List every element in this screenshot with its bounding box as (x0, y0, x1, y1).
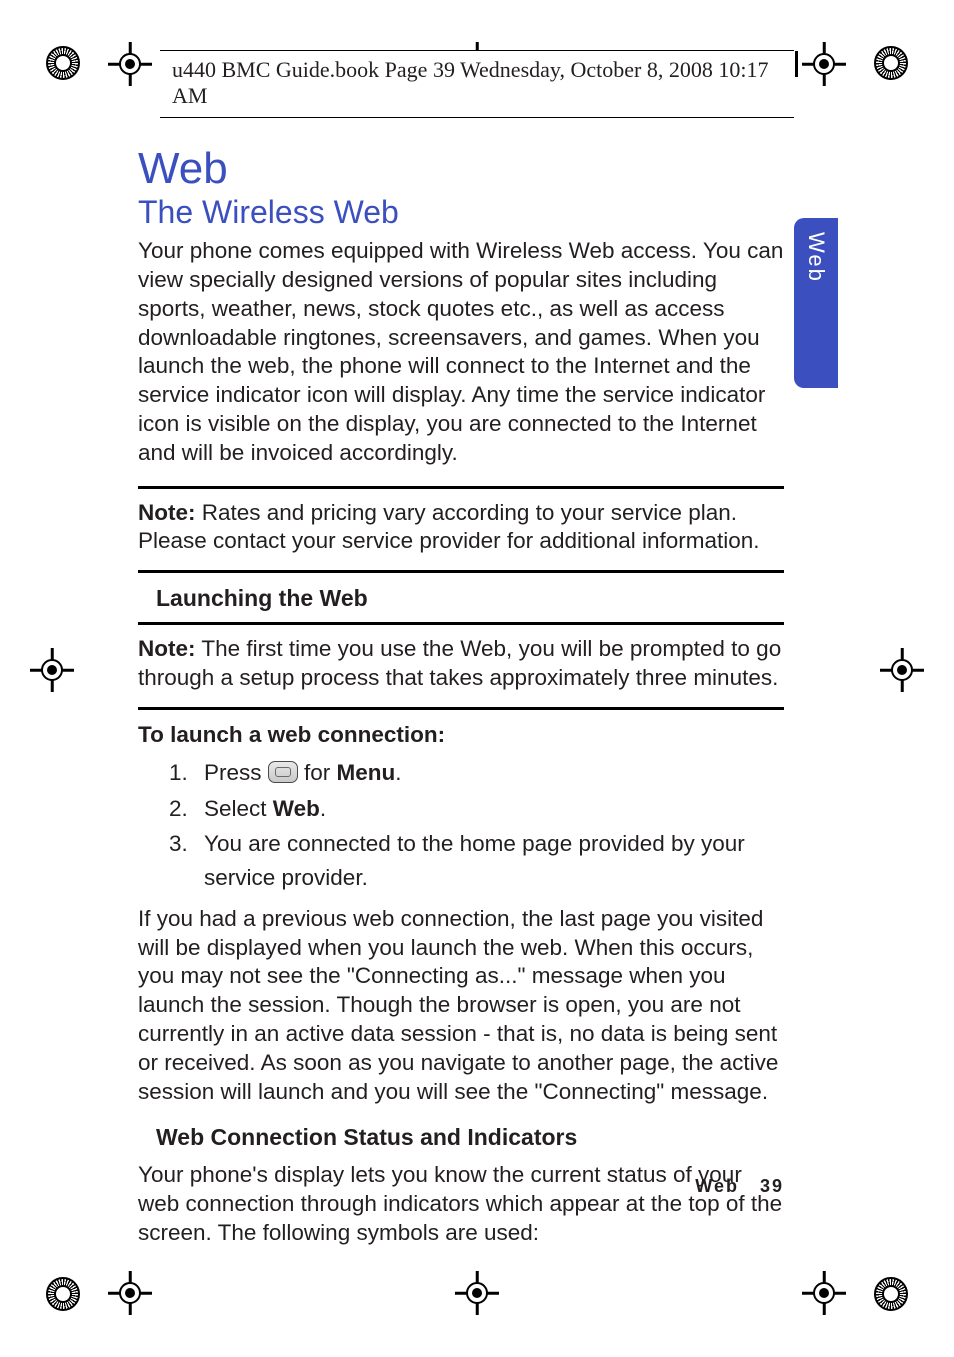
note-label: Note: (138, 500, 196, 525)
list-item: You are connected to the home page provi… (194, 827, 784, 895)
heading-web: Web (138, 146, 784, 192)
crop-mark-icon (874, 46, 908, 80)
paragraph-status: Your phone's display lets you know the c… (138, 1161, 784, 1247)
step-text: You are connected to the home page provi… (204, 831, 745, 890)
registration-mark-icon (802, 42, 846, 86)
note-rates: Note: Rates and pricing vary according t… (138, 499, 784, 557)
step-text: Select (204, 796, 273, 821)
step-bold: Menu (337, 760, 396, 785)
intro-paragraph: Your phone comes equipped with Wireless … (138, 237, 784, 467)
registration-mark-icon (108, 1271, 152, 1315)
heading-launching-web: Launching the Web (156, 585, 784, 612)
rule-icon (138, 622, 784, 625)
note-label: Note: (138, 636, 196, 661)
step-text: Press (204, 760, 268, 785)
heading-to-launch: To launch a web connection: (138, 722, 784, 748)
list-item: Select Web. (194, 792, 784, 826)
list-item: Press for Menu. (194, 756, 784, 790)
step-bold: Web (273, 796, 320, 821)
registration-mark-icon (455, 1271, 499, 1315)
heading-wireless-web: The Wireless Web (138, 194, 784, 231)
page-content: Web The Wireless Web Your phone comes eq… (138, 146, 784, 1266)
nav-key-icon (268, 761, 298, 783)
registration-mark-icon (108, 42, 152, 86)
note-text: Rates and pricing vary according to your… (138, 500, 760, 554)
registration-mark-icon (30, 648, 74, 692)
step-text: . (395, 760, 401, 785)
section-tab: Web (794, 218, 838, 388)
note-text: The first time you use the Web, you will… (138, 636, 781, 690)
rule-icon (138, 707, 784, 710)
registration-mark-icon (880, 648, 924, 692)
section-tab-label: Web (803, 218, 829, 283)
crop-mark-icon (46, 46, 80, 80)
note-first-time: Note: The first time you use the Web, yo… (138, 635, 784, 693)
rule-icon (138, 486, 784, 489)
crop-mark-icon (874, 1277, 908, 1311)
paragraph-previous-connection: If you had a previous web connection, th… (138, 905, 784, 1107)
crop-mark-icon (46, 1277, 80, 1311)
running-head: u440 BMC Guide.book Page 39 Wednesday, O… (160, 50, 794, 118)
rule-icon (138, 570, 784, 573)
registration-mark-icon (802, 1271, 846, 1315)
procedure-list: Press for Menu. Select Web. You are conn… (194, 756, 784, 895)
step-text: . (320, 796, 326, 821)
heading-connection-status: Web Connection Status and Indicators (156, 1124, 784, 1151)
step-text: for (298, 760, 337, 785)
